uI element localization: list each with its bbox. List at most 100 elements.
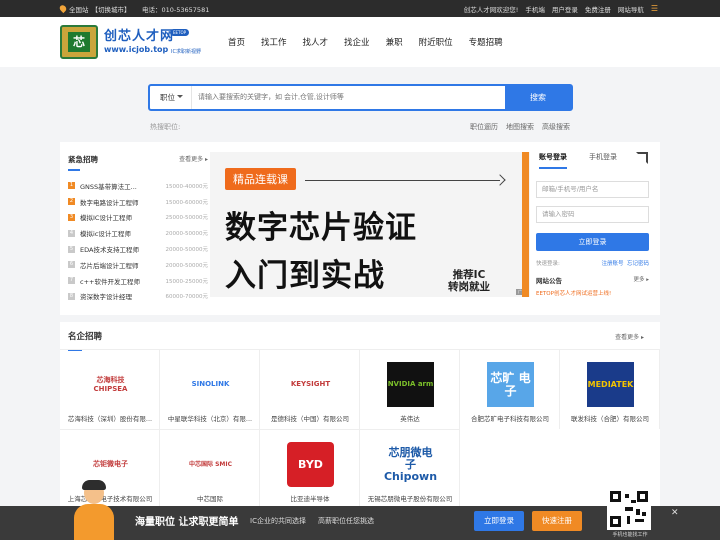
mobile-link[interactable]: 手机端 — [525, 4, 545, 14]
company-name: 合肥芯旷电子科技有限公司 — [471, 415, 549, 423]
company-name: 联发科技（合肥）有限公司 — [571, 415, 649, 423]
company-card[interactable]: 芯朋微电子 Chipown 无锡芯朋微电子股份有限公司 — [360, 429, 460, 509]
tab-mobile-login[interactable]: 手机登录 — [589, 152, 617, 169]
banner-line — [305, 180, 500, 181]
search-box: 职位 搜索 — [148, 84, 573, 111]
hot-jobs-label: 热搜职位: — [150, 123, 181, 131]
company-card[interactable]: BYD 比亚迪半导体 — [260, 429, 360, 509]
company-logo: 芯朋微电子 Chipown — [383, 445, 438, 483]
search-category-select[interactable]: 职位 — [150, 86, 192, 109]
tab-account-login[interactable]: 账号登录 — [539, 152, 567, 169]
list-item[interactable]: 6 芯片后端设计工程师 20000-50000元 — [68, 257, 208, 273]
qr-code-icon — [607, 488, 651, 530]
nav-special[interactable]: 专题招聘 — [469, 36, 503, 48]
promo-login-button[interactable]: 立即登录 — [474, 511, 524, 531]
banner-tag: 精品连载课 — [225, 168, 296, 190]
search-button[interactable]: 搜索 — [505, 86, 571, 109]
list-item[interactable]: 4 模拟ic设计工程师 20000-50000元 — [68, 225, 208, 241]
phone-text: 电话：010-53657581 — [142, 5, 210, 14]
register-link[interactable]: 注册账号 — [601, 261, 623, 267]
urgent-list: 1 GNSS基带算法工... 15000-40000元 2 数字电路设计工程师 1500… — [68, 178, 208, 304]
company-logo: SINOLINK — [191, 380, 230, 388]
job-browse-link[interactable]: 职位逦历 — [470, 122, 498, 132]
chip-logo-icon: 芯 — [60, 25, 98, 59]
search-section: 职位 搜索 热搜职位: 职位逦历 地图搜索 高级搜索 — [0, 67, 720, 142]
company-name: 中芯国际 — [197, 495, 223, 503]
map-search-link[interactable]: 地图搜索 — [506, 122, 534, 132]
top-right-links: 创芯人才网欢迎您! 手机端 用户登录 免费注册 网站导航 ☰ — [464, 4, 658, 14]
company-name: 芯海科技（深圳）股份有限... — [67, 415, 153, 423]
promo-headline: 海量职位 让求职更简单 — [135, 517, 239, 528]
list-item[interactable]: 3 模拟IC设计工程师 25000-50000元 — [68, 210, 208, 226]
logo-badge: EETOP — [170, 29, 190, 36]
close-icon[interactable]: ✕ — [671, 508, 679, 518]
forgot-password-link[interactable]: 忘记密码 — [627, 261, 649, 267]
nav-part-time[interactable]: 兼职 — [386, 36, 403, 48]
list-item[interactable]: 5 EDA技术支持工程师 20000-50000元 — [68, 241, 208, 257]
nav-find-job[interactable]: 找工作 — [261, 36, 287, 48]
companies-more-link[interactable]: 查看更多 ▸ — [615, 332, 644, 341]
list-item[interactable]: 2 数字电路设计工程师 15000-60000元 — [68, 194, 208, 210]
course-banner[interactable]: 精品连载课 数字芯片验证 入门到实战 推荐IC转岗就业 广告 — [210, 152, 530, 297]
login-panel: 账号登录 手机登录 邮箱/手机号/用户名 请输入密码 立即登录 快速登录: 注册… — [536, 152, 656, 307]
promo-sub-1: IC企业的共同选择 — [250, 517, 306, 525]
arrow-right-icon — [494, 174, 506, 186]
banner-recommend: 推荐IC 转岗就业 — [448, 269, 490, 293]
switch-city-link[interactable]: 【切换城市】 — [92, 4, 131, 14]
search-input[interactable] — [198, 89, 498, 106]
famous-companies: 名企招聘 查看更多 ▸ 芯海科技 CHIPSEA 芯海科技（深圳）股份有限... … — [60, 322, 660, 512]
list-item[interactable]: 8 资深数字设计经理 60000-70000元 — [68, 289, 208, 305]
site-logo[interactable]: 芯 创芯人才网 EETOP www.icjob.top IC求职新视野 — [60, 23, 210, 61]
location-label: 全国站 — [69, 5, 89, 14]
promo-register-button[interactable]: 快速注册 — [532, 511, 582, 531]
list-item[interactable]: 7 c++软件开发工程师 15000-25000元 — [68, 273, 208, 289]
login-button[interactable]: 立即登录 — [536, 233, 649, 251]
nav-nearby[interactable]: 附近职位 — [419, 36, 453, 48]
company-card[interactable]: MEDIATEK 联发科技（合肥）有限公司 — [560, 349, 660, 429]
company-card[interactable]: NVIDIA arm 英伟达 — [360, 349, 460, 429]
company-card[interactable]: SINOLINK 中星联华科技（北京）有限... — [160, 349, 260, 429]
urgent-more-link[interactable]: 查看更多 ▸ — [179, 154, 208, 163]
company-name: 是德科技（中国）有限公司 — [271, 415, 349, 423]
top-bar: 全国站 【切换城市】 电话：010-53657581 创芯人才网欢迎您! 手机端… — [0, 0, 720, 17]
password-field[interactable]: 请输入密码 — [536, 206, 649, 223]
menu-icon[interactable]: ☰ — [651, 4, 658, 13]
qr-corner-icon[interactable] — [636, 152, 648, 164]
notice-more-link[interactable]: 更多 ▸ — [633, 275, 649, 283]
main-nav: 首页 找工作 找人才 找企业 兼职 附近职位 专题招聘 — [228, 36, 519, 48]
company-logo: MEDIATEK — [587, 362, 634, 407]
nav-find-talent[interactable]: 找人才 — [303, 36, 329, 48]
username-field[interactable]: 邮箱/手机号/用户名 — [536, 181, 649, 198]
qr-caption: 手机也能找工作 — [612, 532, 648, 538]
user-login-link[interactable]: 用户登录 — [552, 4, 578, 14]
logo-name: 创芯人才网 — [104, 29, 175, 44]
company-grid: 芯海科技 CHIPSEA 芯海科技（深圳）股份有限... SINOLINK 中星联华… — [60, 349, 660, 509]
company-card[interactable]: KEYSIGHT 是德科技（中国）有限公司 — [260, 349, 360, 429]
company-logo: BYD — [287, 442, 334, 487]
site-nav-link[interactable]: 网站导航 — [618, 4, 644, 14]
fast-login-label: 快速登录: — [536, 261, 560, 267]
company-card[interactable]: 中芯国际 SMIC 中芯国际 — [160, 429, 260, 509]
company-name: 无锡芯朋微电子股份有限公司 — [367, 495, 453, 503]
banner-title-2: 入门到实战 — [225, 258, 385, 294]
nav-home[interactable]: 首页 — [228, 36, 245, 48]
person-illustration-icon — [64, 480, 124, 540]
logo-slogan: IC求职新视野 — [171, 49, 201, 55]
company-name: 中星联华科技（北京）有限... — [167, 415, 253, 423]
notice-item[interactable]: EETOP创芯人才网试运营上线! — [536, 289, 656, 297]
company-logo: 芯海科技 CHIPSEA — [93, 375, 128, 393]
login-links: 快速登录: 注册账号 忘记密码 — [536, 259, 649, 267]
header: 芯 创芯人才网 EETOP www.icjob.top IC求职新视野 首页 找… — [0, 17, 720, 67]
advanced-search-link[interactable]: 高级搜索 — [542, 122, 570, 132]
list-item[interactable]: 1 GNSS基带算法工... 15000-40000元 — [68, 178, 208, 194]
company-name: 英伟达 — [400, 415, 420, 423]
company-card[interactable]: 芯旷 电子合肥芯旷电子科技有限公司 — [460, 349, 560, 429]
free-register-link[interactable]: 免费注册 — [585, 4, 611, 14]
companies-title: 名企招聘 — [68, 330, 102, 351]
company-logo: 芯旷 电子 — [487, 362, 534, 407]
company-logo: 中芯国际 SMIC — [188, 461, 233, 468]
notice-header: 网站公告 更多 ▸ — [536, 275, 649, 285]
company-card[interactable]: 芯海科技 CHIPSEA 芯海科技（深圳）股份有限... — [60, 349, 160, 429]
nav-find-company[interactable]: 找企业 — [344, 36, 370, 48]
search-sublinks: 职位逦历 地图搜索 高级搜索 — [470, 122, 570, 132]
